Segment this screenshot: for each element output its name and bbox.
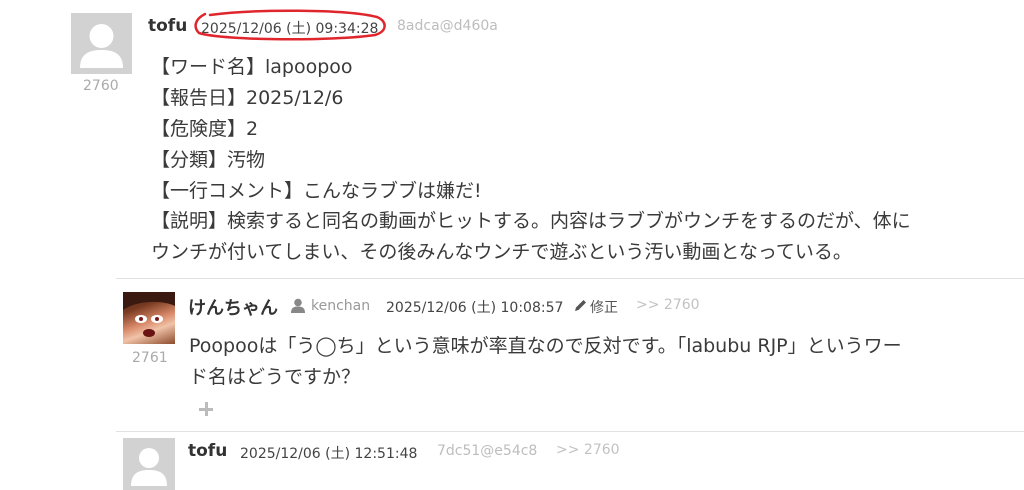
post-body-line: 【ワード名】lapoopoo — [151, 56, 353, 78]
user-handle: kenchan — [311, 298, 371, 314]
reply-anchor-link[interactable]: >> 2760 — [636, 297, 700, 313]
post-body-line: ウンチが付いてしまい、その後みんなウンチで遊ぶという汚い動画となっている。 — [151, 241, 852, 263]
reply-body-line: Poopooは「う◯ち」という意味が率直なので反対です。「labubu RJP」… — [189, 335, 902, 357]
reply-body-line: ド名はどうですか？ — [189, 366, 361, 388]
username[interactable]: tofu — [148, 16, 187, 36]
plus-icon[interactable] — [198, 401, 214, 417]
post-number: 2760 — [83, 78, 119, 94]
anime-face-icon — [123, 292, 175, 337]
post-date: 2025/12/06 (土) 12:51:48 — [240, 446, 418, 462]
post-body-line: 【報告日】2025/12/6 — [151, 87, 344, 109]
post-body-line: 【分類】汚物 — [151, 149, 266, 171]
poster-id: 8adca@d460a — [397, 18, 498, 34]
avatar[interactable] — [123, 292, 175, 344]
post-date: 2025/12/06 (土) 10:08:57 — [386, 300, 564, 316]
avatar[interactable] — [71, 13, 132, 74]
divider — [116, 431, 1024, 432]
post-body-line: 【危険度】2 — [151, 118, 259, 140]
username[interactable]: けんちゃん — [188, 294, 278, 320]
post-body-line: 【一行コメント】こんなラブブは嫌だ! — [151, 180, 482, 202]
user-icon — [291, 298, 305, 313]
divider — [116, 278, 1024, 279]
poster-id: 7dc51@e54c8 — [437, 443, 538, 459]
reply-anchor-link[interactable]: >> 2760 — [556, 442, 620, 458]
avatar[interactable] — [123, 438, 175, 490]
red-circle-annotation — [194, 9, 386, 41]
username[interactable]: tofu — [188, 441, 227, 461]
default-user-icon — [131, 448, 167, 486]
default-user-icon — [80, 24, 123, 68]
pencil-icon[interactable] — [573, 298, 588, 313]
edit-link[interactable]: 修正 — [590, 297, 618, 317]
post-number: 2761 — [132, 350, 168, 366]
post-body-line: 【説明】検索すると同名の動画がヒットする。内容はラブブがウンチをするのだが、体に — [151, 210, 911, 232]
